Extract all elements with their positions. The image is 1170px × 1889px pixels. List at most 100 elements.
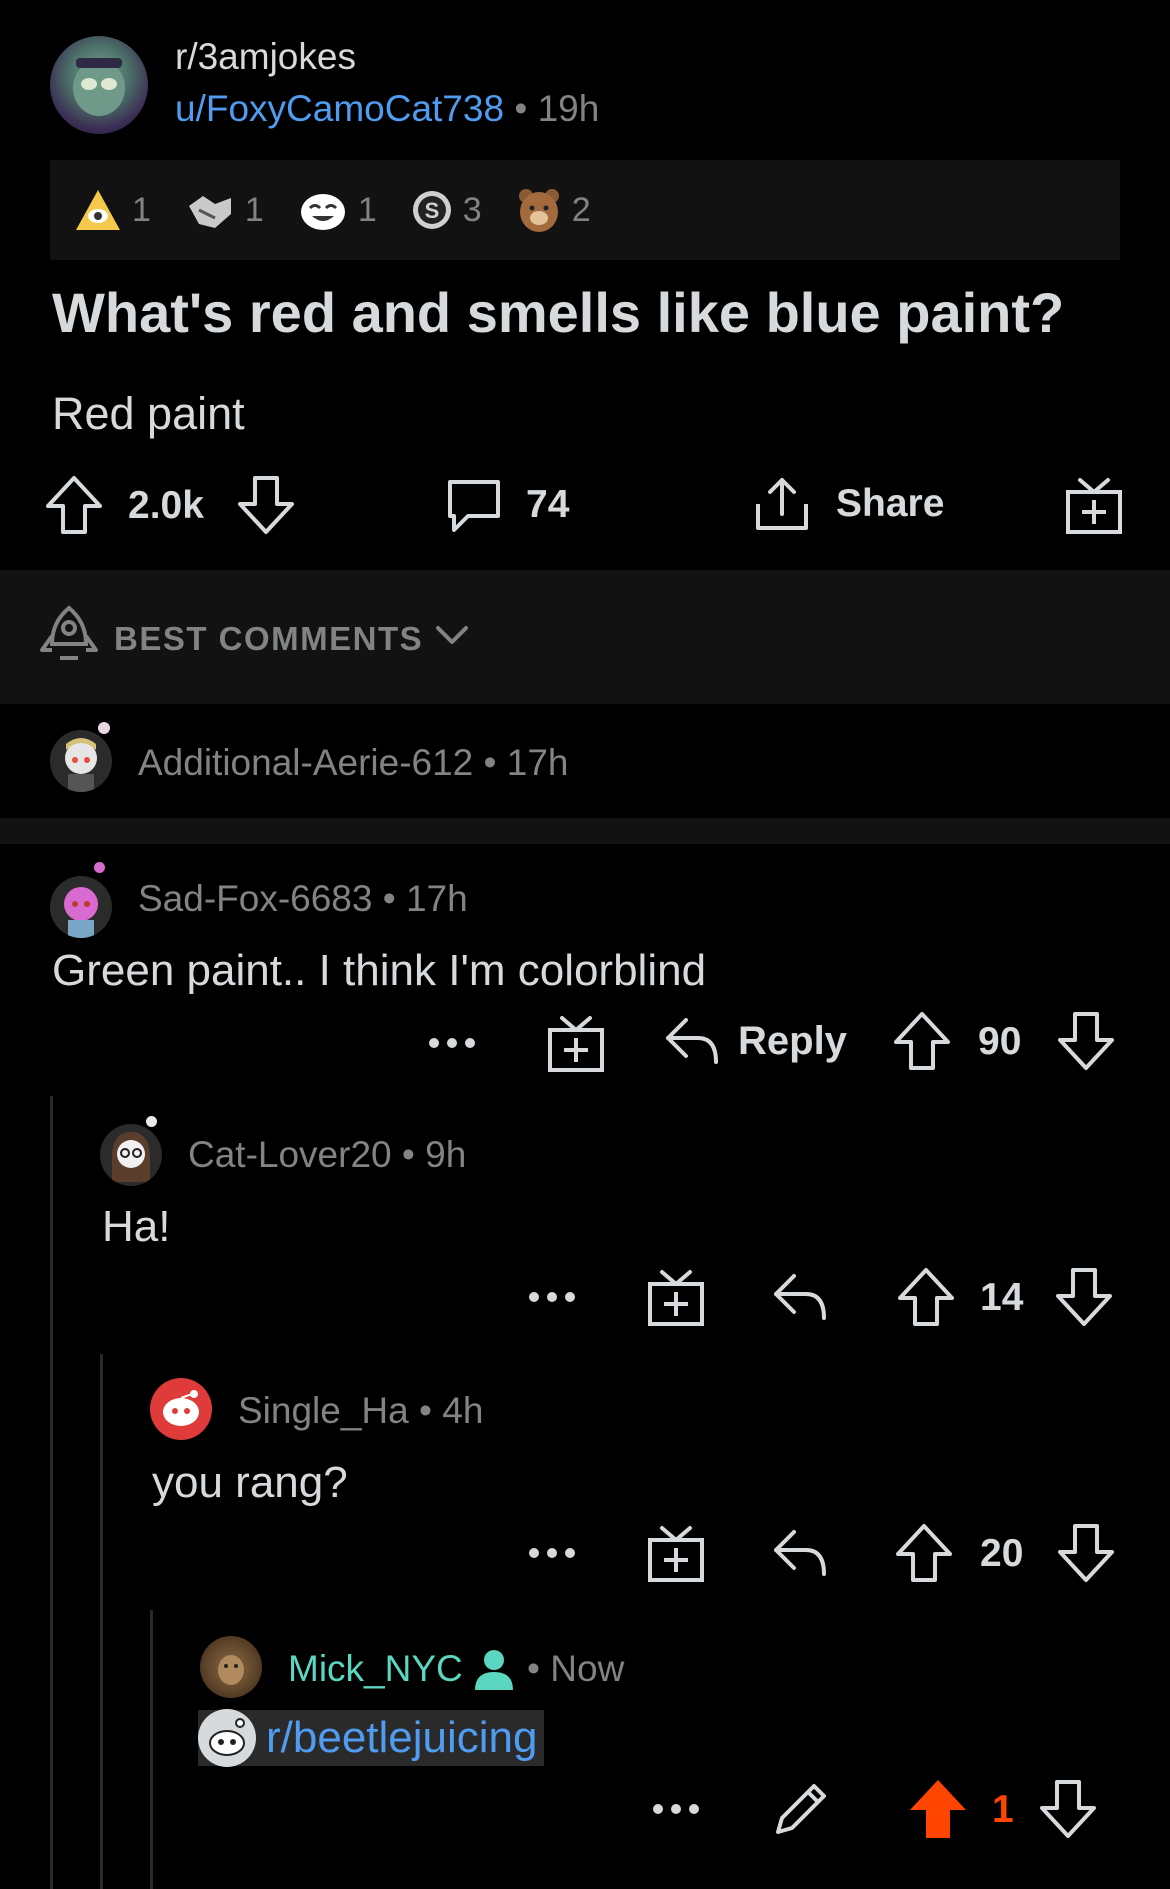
post-award-button[interactable] (1064, 474, 1124, 536)
comment-author-op[interactable]: Mick_NYC (288, 1648, 463, 1690)
upvote-arrow-icon (898, 1268, 954, 1326)
comment-count: 74 (526, 483, 570, 526)
reply-button[interactable] (770, 1524, 830, 1582)
reply-arrow-icon (774, 1274, 826, 1320)
subreddit-link-chip[interactable]: r/beetlejuicing (198, 1709, 544, 1767)
avatar[interactable] (150, 1378, 212, 1440)
bear-award-icon (518, 189, 559, 232)
upvote-arrow-icon (896, 1524, 952, 1582)
reply-button[interactable]: Reply (662, 1012, 847, 1070)
gift-icon (648, 1270, 704, 1326)
more-options-button[interactable] (524, 1282, 580, 1312)
comment-downvote-button[interactable] (1056, 1522, 1116, 1584)
comment-age: 17h (405, 878, 468, 919)
award-item[interactable]: S 3 (411, 188, 482, 232)
snoo-avatar-icon (112, 1132, 150, 1182)
separator-dot: • (473, 742, 507, 783)
award-button[interactable] (646, 1266, 706, 1328)
op-user-icon (474, 1650, 513, 1690)
silver-coin-award-icon: S (412, 191, 451, 229)
award-item[interactable]: 1 (185, 188, 264, 232)
comment-meta: Additional-Aerie-612 • 17h (138, 742, 569, 784)
comment-meta: Sad-Fox-6683 • 17h (138, 878, 468, 920)
online-indicator (146, 1116, 157, 1127)
post-downvote-button[interactable] (236, 474, 296, 536)
upvote-arrow-icon (910, 1780, 966, 1838)
subreddit-avatar[interactable] (50, 36, 148, 134)
thread-line[interactable] (150, 1610, 153, 1889)
comments-button[interactable]: 74 (444, 476, 569, 534)
post-upvote-button[interactable] (44, 474, 104, 536)
gift-icon (1066, 478, 1122, 534)
comment-score: 20 (980, 1532, 1024, 1575)
separator-dot: • (516, 1648, 551, 1689)
comment-meta: Mick_NYC • Now (288, 1646, 624, 1692)
subreddit-name[interactable]: r/3amjokes (175, 36, 356, 78)
comment-body: you rang? (152, 1458, 348, 1507)
award-count: 2 (571, 190, 591, 229)
more-dots-icon (529, 1548, 575, 1558)
sort-label[interactable]: BEST COMMENTS (114, 620, 423, 658)
award-button[interactable] (646, 1522, 706, 1584)
comment-downvote-button[interactable] (1054, 1266, 1114, 1328)
award-count: 1 (132, 190, 151, 229)
share-button[interactable]: Share (752, 474, 944, 534)
thread-line[interactable] (100, 1354, 103, 1889)
online-indicator (98, 722, 110, 734)
post-author[interactable]: u/FoxyCamoCat738 (175, 88, 504, 129)
downvote-arrow-icon (1056, 1268, 1112, 1326)
thread-line[interactable] (50, 1096, 53, 1889)
rocket-icon (40, 605, 98, 660)
award-item[interactable]: 2 (516, 186, 591, 234)
comment-meta: Single_Ha • 4h (238, 1390, 483, 1432)
eye-award-icon (76, 190, 120, 230)
online-indicator (94, 862, 105, 873)
gift-icon (548, 1016, 604, 1072)
reply-arrow-icon (774, 1530, 826, 1576)
sort-bar[interactable]: BEST COMMENTS (0, 570, 1170, 704)
post-age: 19h (537, 88, 600, 129)
more-options-button[interactable] (424, 1028, 480, 1058)
upvote-arrow-icon (894, 1012, 950, 1070)
comment-author[interactable]: Additional-Aerie-612 (138, 742, 473, 783)
comment-author[interactable]: Cat-Lover20 (188, 1134, 392, 1175)
snoo-avatar-icon (163, 1390, 199, 1426)
comment-upvote-button-active[interactable] (906, 1778, 970, 1842)
comment-upvote-button[interactable] (892, 1010, 952, 1072)
avatar[interactable] (200, 1636, 262, 1698)
edit-button[interactable] (770, 1778, 832, 1840)
comment-downvote-button[interactable] (1056, 1010, 1116, 1072)
comment-age: Now (550, 1648, 625, 1689)
comment-age: 9h (425, 1134, 467, 1175)
downvote-arrow-icon (238, 476, 294, 534)
award-button[interactable] (546, 1012, 606, 1074)
more-dots-icon (429, 1038, 475, 1048)
comment-age: 4h (442, 1390, 484, 1431)
post-score: 2.0k (128, 484, 204, 527)
lion-face-icon (218, 1655, 244, 1685)
reply-button[interactable] (770, 1268, 830, 1326)
comment-author[interactable]: Sad-Fox-6683 (138, 878, 372, 919)
more-options-button[interactable] (524, 1538, 580, 1568)
comment-score: 1 (992, 1788, 1014, 1831)
more-options-button[interactable] (648, 1794, 704, 1824)
share-icon (756, 478, 808, 530)
downvote-arrow-icon (1040, 1780, 1096, 1838)
handshake-award-icon (188, 196, 231, 228)
avatar[interactable] (50, 876, 112, 938)
post-title[interactable]: What's red and smells like blue paint? (52, 280, 1064, 345)
more-dots-icon (529, 1292, 575, 1302)
subreddit-link[interactable]: r/beetlejuicing (266, 1713, 538, 1763)
comment-downvote-button[interactable] (1038, 1778, 1098, 1840)
avatar[interactable] (50, 730, 112, 792)
award-count: 3 (462, 190, 482, 229)
comment-author[interactable]: Single_Ha (238, 1390, 409, 1431)
comment-upvote-button[interactable] (896, 1266, 956, 1328)
reply-label: Reply (738, 1018, 847, 1063)
comment-body: Ha! (102, 1202, 171, 1251)
comment-upvote-button[interactable] (894, 1522, 954, 1584)
avatar[interactable] (100, 1124, 162, 1186)
award-item[interactable]: 1 (298, 188, 377, 232)
award-item[interactable]: 1 (74, 188, 151, 232)
awards-bar[interactable]: 1 1 1 S 3 2 (50, 160, 1120, 260)
